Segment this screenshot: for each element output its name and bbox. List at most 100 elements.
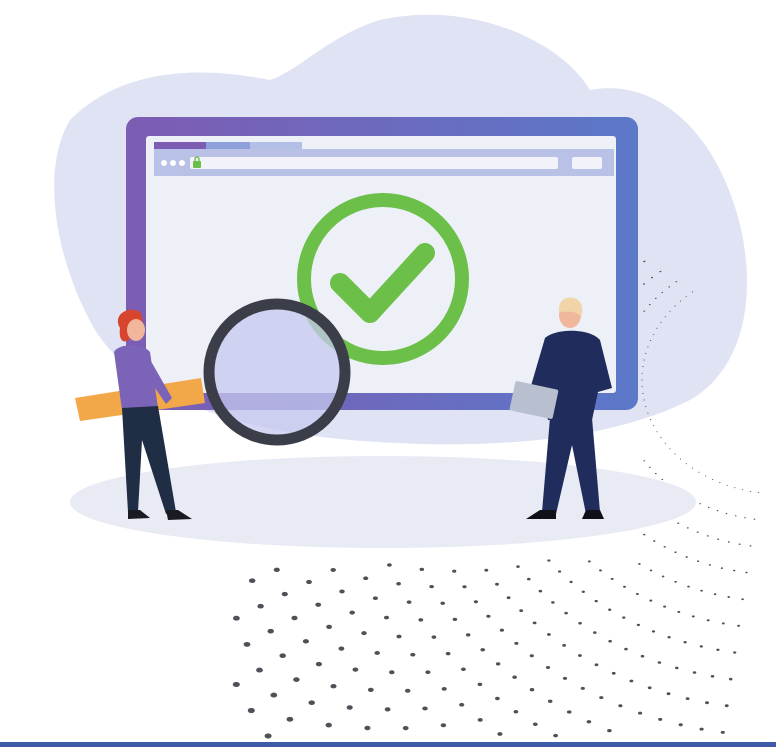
dot <box>232 681 240 687</box>
dot <box>364 725 371 731</box>
dot <box>721 622 725 625</box>
dot <box>713 593 717 596</box>
dot <box>270 692 278 698</box>
dot <box>545 665 551 670</box>
dot <box>737 624 741 627</box>
dot <box>635 592 639 596</box>
dot <box>641 379 643 381</box>
dot <box>675 281 678 283</box>
dot <box>645 352 647 354</box>
dot <box>587 560 591 563</box>
dot <box>460 667 466 672</box>
dot <box>532 621 537 625</box>
dot <box>267 628 274 634</box>
dot <box>529 654 534 658</box>
dot <box>425 670 431 675</box>
dot <box>699 727 704 731</box>
dot <box>725 512 728 515</box>
dot <box>599 696 604 700</box>
dot <box>352 667 359 672</box>
dot <box>648 304 651 306</box>
dot <box>668 286 671 288</box>
dot <box>652 425 655 427</box>
dot <box>716 648 720 651</box>
dot <box>599 569 602 572</box>
dot <box>279 653 286 659</box>
dot <box>564 611 568 615</box>
dot <box>473 600 478 604</box>
dot <box>656 327 658 329</box>
dot <box>513 710 519 714</box>
dot <box>656 431 658 433</box>
dot <box>685 556 688 558</box>
dot <box>372 596 378 601</box>
dot <box>677 610 681 613</box>
dot <box>546 633 551 636</box>
dot <box>724 704 729 708</box>
dot <box>281 591 288 597</box>
dot <box>330 683 337 689</box>
dot <box>529 688 535 692</box>
dot <box>749 490 752 492</box>
dot <box>484 568 489 572</box>
dot <box>406 600 412 604</box>
dot <box>402 725 409 731</box>
dot <box>641 386 643 388</box>
dot <box>494 696 500 701</box>
dot <box>664 442 666 444</box>
dot <box>738 543 741 545</box>
dot <box>649 599 653 602</box>
dot <box>445 651 451 656</box>
dot <box>452 617 458 622</box>
dot <box>607 728 612 733</box>
dot <box>462 585 467 589</box>
dot <box>698 471 700 473</box>
dot <box>410 652 416 657</box>
dot <box>745 571 748 574</box>
dot <box>273 567 280 573</box>
dot <box>384 707 391 712</box>
dot <box>641 372 643 374</box>
dot <box>720 567 724 569</box>
dot <box>674 453 676 455</box>
dot <box>519 609 524 613</box>
dot <box>361 631 367 636</box>
dot <box>661 575 665 578</box>
dot <box>708 564 712 566</box>
browser-menu-button <box>572 157 602 169</box>
dot <box>465 633 471 637</box>
window-dot <box>179 160 185 166</box>
dot <box>608 639 612 643</box>
dot <box>645 406 647 408</box>
browser-tab <box>250 142 302 149</box>
address-bar <box>190 157 558 169</box>
dot <box>687 585 690 588</box>
dot <box>716 510 719 512</box>
dot <box>643 260 646 263</box>
dot <box>653 540 656 542</box>
dot <box>691 615 695 618</box>
dot <box>699 645 703 648</box>
dot <box>363 576 369 581</box>
window-dot <box>170 160 176 166</box>
dot <box>514 641 519 645</box>
dot <box>642 392 644 394</box>
dot <box>733 569 736 572</box>
dot <box>497 732 503 736</box>
dot <box>516 565 520 568</box>
dot <box>594 599 598 603</box>
dot <box>649 569 653 572</box>
dot <box>302 639 309 644</box>
dot <box>706 535 709 537</box>
dot <box>506 596 511 600</box>
dot <box>441 687 447 691</box>
dot <box>431 635 437 639</box>
dot <box>707 506 710 508</box>
dot <box>624 647 628 651</box>
dot <box>696 560 700 563</box>
dot <box>753 518 756 520</box>
dot <box>622 616 626 619</box>
dot <box>315 661 322 667</box>
dot <box>686 527 689 529</box>
dot <box>663 545 666 548</box>
